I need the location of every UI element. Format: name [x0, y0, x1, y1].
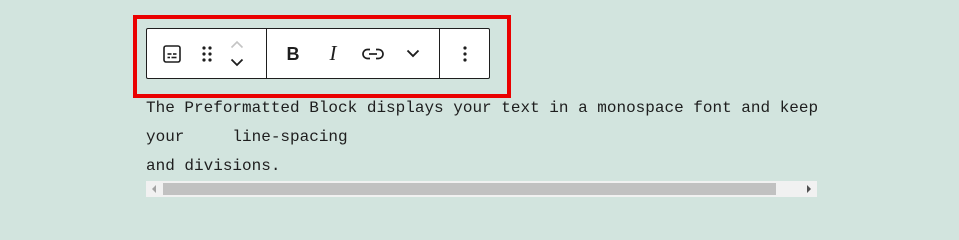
link-button[interactable]: [353, 29, 393, 78]
chevron-up-icon: [230, 40, 244, 49]
block-toolbar: B I: [146, 28, 490, 79]
bold-button[interactable]: B: [273, 29, 313, 78]
scroll-right-button[interactable]: [801, 181, 817, 197]
preformatted-icon: [162, 44, 182, 64]
block-mover: [217, 29, 257, 78]
move-up-button[interactable]: [225, 36, 249, 54]
arrow-left-icon: [152, 185, 156, 193]
drag-handle-button[interactable]: [197, 29, 217, 78]
block-type-button[interactable]: [147, 29, 197, 78]
options-group: [439, 29, 489, 78]
link-icon: [362, 47, 384, 61]
italic-label: I: [329, 41, 337, 65]
scrollbar-thumb[interactable]: [163, 183, 776, 195]
scroll-left-button[interactable]: [146, 181, 162, 197]
chevron-down-icon: [406, 49, 420, 58]
bold-label: B: [286, 43, 300, 64]
preformatted-block[interactable]: The Preformatted Block displays your tex…: [146, 94, 817, 182]
chevron-down-icon: [230, 58, 244, 67]
italic-button[interactable]: I: [313, 29, 353, 78]
drag-handle-icon: [201, 45, 213, 63]
more-vertical-icon: [462, 45, 467, 62]
options-button[interactable]: [445, 29, 485, 78]
arrow-right-icon: [807, 185, 811, 193]
preformatted-text[interactable]: The Preformatted Block displays your tex…: [146, 94, 817, 181]
more-formats-button[interactable]: [393, 29, 433, 78]
block-controls-group: [147, 29, 266, 78]
move-down-button[interactable]: [225, 54, 249, 72]
horizontal-scrollbar[interactable]: [146, 181, 817, 197]
formatting-group: B I: [266, 29, 439, 78]
